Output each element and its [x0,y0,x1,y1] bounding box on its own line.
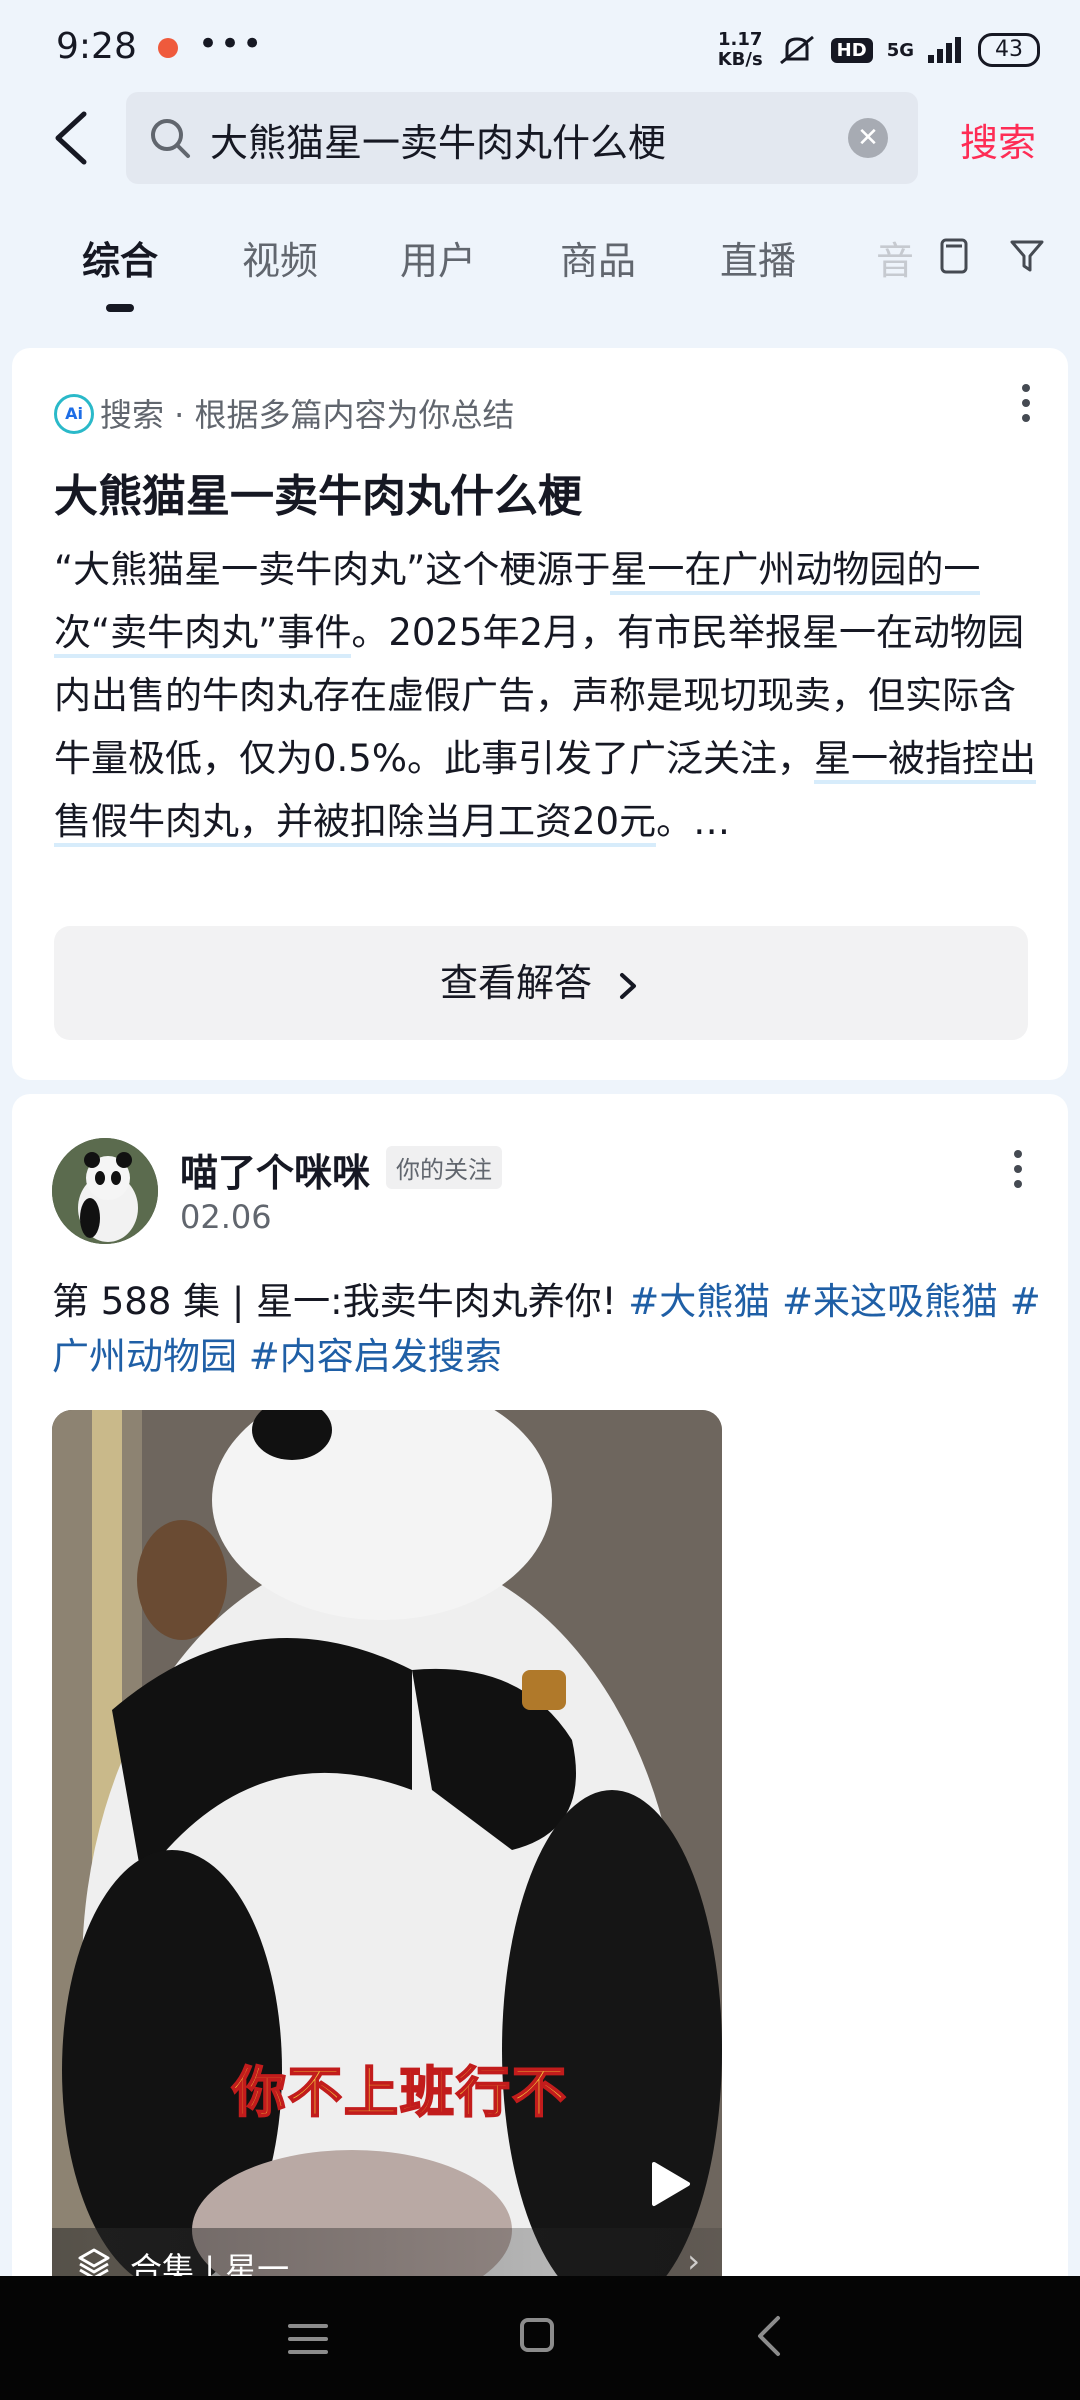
tab-products[interactable]: 商品 [560,230,636,285]
home-icon[interactable] [520,2318,554,2352]
chevron-right-icon [620,972,637,999]
hashtag[interactable]: #来这吸熊猫 [782,1280,998,1323]
back-icon[interactable] [754,2314,784,2358]
tab-general[interactable]: 综合 [82,230,158,285]
clear-icon[interactable]: ✕ [848,118,888,158]
panda-video-image [52,1410,722,2310]
status-time: 9:28 [56,26,137,67]
video-thumbnail[interactable]: 你不上班行不 合集 | 星一 › [52,1410,722,2310]
chevron-right-icon: › [687,2242,700,2280]
play-icon[interactable] [648,2160,692,2208]
net-speed: 1.17 KB/s [717,29,763,70]
menu-icon[interactable] [288,2322,328,2356]
signal-icon [928,37,964,63]
search-icon [151,119,190,158]
ai-logo-icon: Ai [54,394,94,434]
ai-summary-text: “大熊猫星一卖牛肉丸”这个梗源于星一在广州动物园的一次“卖牛肉丸”事件。2025… [54,538,1044,853]
status-bar: 9:28 ••• 1.17 KB/s HD 5G 43 [0,0,1080,100]
follow-badge: 你的关注 [386,1146,502,1189]
post-date: 02.06 [180,1198,272,1236]
more-icon[interactable] [1022,384,1034,429]
search-input[interactable]: 大熊猫星一卖牛肉丸什么梗 ✕ [126,92,918,184]
hashtag[interactable]: #大熊猫 [628,1280,770,1323]
filter-icon[interactable] [1008,236,1048,276]
status-more-icon: ••• [198,24,265,64]
more-icon[interactable] [1014,1150,1024,1195]
username[interactable]: 喵了个咪咪 [180,1142,370,1197]
back-chevron-icon[interactable] [48,108,98,168]
battery-icon: 43 [978,33,1040,67]
avatar[interactable] [52,1138,158,1244]
ai-summary-title: 大熊猫星一卖牛肉丸什么梗 [54,471,582,522]
layout-icon[interactable] [934,236,974,276]
category-tabs: 综合 视频 用户 商品 直播 [0,220,1080,310]
ai-summary-card: Ai 搜索 · 根据多篇内容为你总结 大熊猫星一卖牛肉丸什么梗 “大熊猫星一卖牛… [12,348,1068,1080]
notification-icon [158,38,178,58]
ai-source-label: 搜索 · 根据多篇内容为你总结 [100,396,515,434]
tab-video[interactable]: 视频 [242,230,318,285]
post-caption: 第 588 集 | 星一:我卖牛肉丸养你! #大熊猫 #来这吸熊猫 #广州动物园… [52,1280,1041,1378]
video-caption: 你不上班行不 [231,2060,568,2125]
status-indicators: 1.17 KB/s HD 5G 43 [718,30,1040,70]
active-tab-indicator [106,304,134,312]
tab-live[interactable]: 直播 [720,230,796,285]
hd-icon: HD [830,37,873,63]
search-button[interactable]: 搜索 [960,112,1036,167]
tab-users[interactable]: 用户 [400,230,476,285]
network-type: 5G [886,39,914,61]
mute-icon [779,35,814,65]
search-query[interactable]: 大熊猫星一卖牛肉丸什么梗 [210,112,666,167]
hashtag[interactable]: #内容启发搜索 [249,1335,502,1378]
view-answer-button[interactable]: 查看解答 [54,926,1028,1040]
post-card: 喵了个咪咪 你的关注 02.06 第 588 集 | 星一:我卖牛肉丸养你! #… [12,1094,1068,2400]
tab-music[interactable]: 音 [876,230,914,285]
panda-avatar-image [52,1138,158,1244]
system-nav-bar [0,2276,1080,2400]
